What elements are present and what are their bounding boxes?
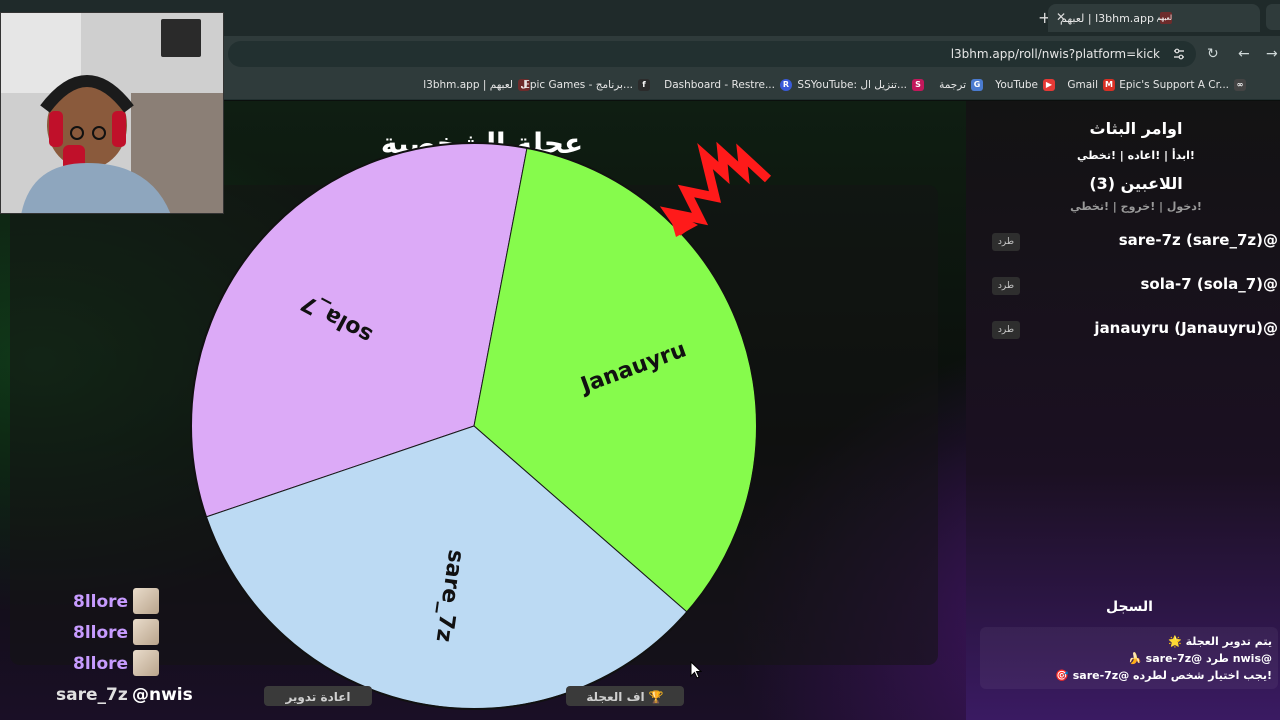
bookmark-label: l3bhm.app | لعبهم [423, 79, 513, 91]
log-entry: 🎯 sare-7z@ يجب اختيار شخص لطرده! [1055, 669, 1272, 682]
bookmark-gmail[interactable]: Gmail M [1067, 79, 1115, 91]
kick-button[interactable]: طرد [992, 277, 1020, 295]
player-name: janauyru (Janauyru)@ [1094, 319, 1278, 337]
chat-message: @nwis [132, 685, 193, 705]
address-text: l3bhm.app/roll/nwis?platform=kick [950, 47, 1160, 61]
webcam-feed [1, 13, 223, 213]
avatar [133, 619, 159, 645]
close-icon[interactable]: ✕ [1056, 10, 1066, 24]
avatar [133, 588, 159, 614]
wheel-slices [190, 142, 758, 710]
player-name: sare-7z (sare_7z)@ [1118, 231, 1278, 249]
l3bhm-favicon: لعبهم [1156, 12, 1173, 24]
log-entry: 🍌 sare-7z@ طرد nwis@ [1128, 652, 1272, 665]
log-entry: 🌟 يتم تدوير العجلة [1168, 635, 1272, 648]
bookmark-label: Epic Games - برنامج... [523, 79, 633, 91]
google-translate-icon: G [971, 79, 983, 91]
chat-username: 8llore [73, 654, 129, 674]
commands-list: !ابدأ | !اعاده | !تخطي [1077, 149, 1195, 162]
bookmark-label: Dashboard - Restre... [664, 79, 775, 91]
log-box: 🌟 يتم تدوير العجلة 🍌 sare-7z@ طرد nwis@ … [980, 627, 1278, 689]
back-icon[interactable]: ← [1238, 46, 1250, 62]
mouse-cursor-icon [690, 661, 702, 679]
player-row: طرد sola-7 (sola_7)@ [992, 275, 1280, 297]
youtube-icon: ▶ [1043, 79, 1055, 91]
bookmark-ssyoutube[interactable]: SSYouTube: تنزيل ال... S [797, 79, 924, 91]
bookmark-label: YouTube [995, 79, 1038, 91]
address-bar[interactable]: l3bhm.app/roll/nwis?platform=kick [228, 41, 1196, 67]
player-commands: !دخول | !خروج | !تخطي [1070, 200, 1202, 213]
player-row: طرد sare-7z (sare_7z)@ [992, 231, 1280, 253]
kick-button[interactable]: طرد [992, 321, 1020, 339]
link-icon: ∞ [1234, 79, 1246, 91]
webcam-overlay [0, 12, 224, 214]
tab-search-button[interactable] [1266, 4, 1280, 30]
stop-wheel-button[interactable]: 🏆 اف العجلة [566, 686, 684, 706]
player-row: طرد janauyru (Janauyru)@ [992, 319, 1280, 341]
bookmark-epic-support[interactable]: Epic's Support A Cr... ∞ [1119, 79, 1246, 91]
bookmark-label: ترجمة [939, 79, 966, 91]
epic-games-icon: f [638, 79, 650, 91]
chat-username: 8llore [73, 592, 129, 612]
site-settings-icon[interactable] [1172, 47, 1186, 61]
log-title: السجل [1106, 599, 1153, 615]
commands-title: اوامر البثاث [1089, 119, 1183, 138]
chat-username: sare_7z [56, 685, 128, 705]
bookmark-l3bhm[interactable]: l3bhm.app | لعبهم ل [423, 79, 530, 91]
restream-icon: R [780, 79, 792, 91]
bookmark-epic-games[interactable]: Epic Games - برنامج... f [523, 79, 650, 91]
avatar [133, 650, 159, 676]
bookmark-label: Epic's Support A Cr... [1119, 79, 1229, 91]
bookmark-label: SSYouTube: تنزيل ال... [797, 79, 907, 91]
respin-button[interactable]: اعادة تدوير [264, 686, 372, 706]
browser-tab-active[interactable]: لعبهم l3bhm.app | لعبهم ✕ [1048, 4, 1260, 32]
chat-username: 8llore [73, 623, 129, 643]
gmail-icon: M [1103, 79, 1115, 91]
bookmark-translate[interactable]: ترجمة G [939, 79, 983, 91]
sidebar: اوامر البثاث !ابدأ | !اعاده | !تخطي اللا… [966, 101, 1280, 720]
bookmark-restream[interactable]: Dashboard - Restre... R [664, 79, 792, 91]
reload-icon[interactable]: ↻ [1207, 46, 1219, 62]
bookmark-youtube[interactable]: YouTube ▶ [995, 79, 1055, 91]
player-name: sola-7 (sola_7)@ [1140, 275, 1278, 293]
ssyoutube-icon: S [912, 79, 924, 91]
forward-icon[interactable]: → [1266, 46, 1278, 62]
wheel-pointer-icon [659, 141, 772, 237]
bookmark-label: Gmail [1067, 79, 1098, 91]
kick-button[interactable]: طرد [992, 233, 1020, 251]
players-title: اللاعبين (3) [1089, 174, 1183, 193]
tab-title: l3bhm.app | لعبهم [1060, 11, 1155, 25]
